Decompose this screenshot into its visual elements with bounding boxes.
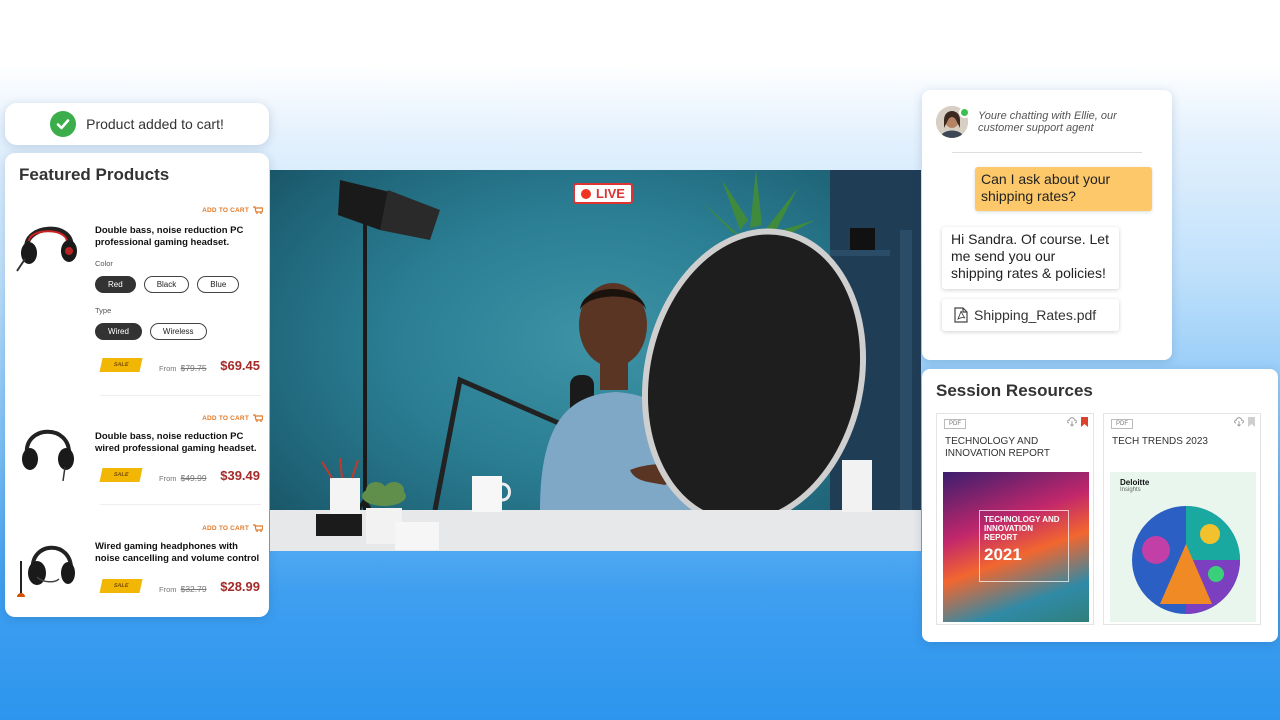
live-video-stream[interactable] — [270, 170, 921, 551]
cover-subbrand: Insights — [1120, 487, 1141, 493]
product-price: $28.99 — [220, 579, 260, 594]
resource-title: TECH TRENDS 2023 — [1112, 436, 1208, 447]
resource-card[interactable]: PDF TECH TRENDS 2023 Deloitte Insights — [1103, 413, 1261, 625]
color-options: Red Black Blue — [95, 276, 240, 293]
color-chip-black[interactable]: Black — [143, 276, 190, 293]
live-label: LIVE — [596, 186, 625, 201]
from-label: From — [159, 364, 177, 373]
support-chat-panel: Youre chatting with Ellie, our customer … — [922, 90, 1172, 360]
add-to-cart-link[interactable]: ADD TO CART — [202, 524, 263, 532]
pdf-file-icon — [954, 307, 968, 323]
bookmark-icon[interactable] — [1248, 417, 1255, 427]
product-title: Wired gaming headphones with noise cance… — [95, 541, 260, 564]
download-icon[interactable] — [1234, 417, 1244, 427]
chat-divider — [952, 152, 1142, 153]
resource-card[interactable]: PDF TECHNOLOGY AND INNOVATION REPORT TEC… — [936, 413, 1094, 625]
report-cover-image: TECHNOLOGY AND INNOVATION REPORT 2021 — [943, 472, 1089, 622]
wired-headset-image — [22, 429, 74, 481]
user-message-bubble: Can I ask about your shipping rates? — [975, 167, 1152, 211]
live-badge: LIVE — [573, 183, 633, 204]
studio-scene-image — [270, 170, 921, 551]
from-label: From — [159, 474, 177, 483]
tech-trends-cover-image: Deloitte Insights — [1110, 472, 1256, 622]
agent-message-bubble: Hi Sandra. Of course. Let me send you ou… — [942, 227, 1119, 289]
cover-year: 2021 — [984, 545, 1022, 564]
cart-icon — [253, 206, 263, 214]
from-label: From — [159, 585, 177, 594]
add-to-cart-label: ADD TO CART — [202, 414, 249, 422]
type-chip-wired[interactable]: Wired — [95, 323, 142, 340]
gaming-headset-image — [16, 226, 77, 272]
headphones-with-mic-image — [17, 545, 75, 597]
old-price: $32.79 — [180, 584, 207, 594]
price-from: From $79.75 — [159, 363, 207, 373]
add-to-cart-label: ADD TO CART — [202, 206, 249, 214]
featured-products-panel: Featured Products ADD TO CART Double bas… — [5, 153, 269, 617]
added-to-cart-toast: Product added to cart! — [5, 103, 269, 145]
bookmark-icon[interactable] — [1081, 417, 1088, 427]
attachment-filename: Shipping_Rates.pdf — [974, 307, 1097, 323]
record-dot-icon — [581, 188, 592, 199]
sale-badge: SALE — [99, 468, 143, 482]
color-chip-red[interactable]: Red — [95, 276, 136, 293]
cart-icon — [253, 524, 263, 532]
divider — [100, 504, 261, 505]
chat-header-text: Youre chatting with Ellie, our customer … — [978, 110, 1117, 134]
download-icon[interactable] — [1067, 417, 1077, 427]
pdf-badge: PDF — [944, 419, 966, 429]
color-label: Color — [95, 259, 113, 268]
old-price: $79.75 — [180, 363, 207, 373]
online-status-indicator — [959, 107, 970, 118]
price-from: From $32.79 — [159, 584, 207, 594]
pdf-badge: PDF — [1111, 419, 1133, 429]
featured-products-title: Featured Products — [19, 165, 170, 184]
session-resources-title: Session Resources — [936, 381, 1093, 400]
cart-icon — [253, 414, 263, 422]
old-price: $49.99 — [180, 473, 207, 483]
add-to-cart-link[interactable]: ADD TO CART — [202, 206, 263, 214]
cover-illustration — [1132, 506, 1240, 614]
session-resources-panel: Session Resources PDF TECHNOLOGY AND INN… — [922, 369, 1278, 642]
add-to-cart-label: ADD TO CART — [202, 524, 249, 532]
product-price: $69.45 — [220, 358, 260, 373]
sale-badge: SALE — [99, 358, 143, 372]
type-options: Wired Wireless — [95, 323, 207, 340]
color-chip-blue[interactable]: Blue — [197, 276, 240, 293]
resource-title: TECHNOLOGY AND INNOVATION REPORT — [945, 436, 1051, 459]
cover-brand: Deloitte — [1120, 478, 1150, 487]
divider — [100, 395, 261, 396]
product-price: $39.49 — [220, 468, 260, 483]
check-circle-icon — [50, 111, 77, 137]
sale-badge: SALE — [99, 579, 143, 593]
type-chip-wireless[interactable]: Wireless — [149, 323, 207, 340]
cover-title: TECHNOLOGY AND INNOVATION REPORT — [984, 515, 1060, 542]
product-title: Double bass, noise reduction PC wired pr… — [95, 431, 257, 454]
price-from: From $49.99 — [159, 473, 207, 483]
attachment-file[interactable]: Shipping_Rates.pdf — [942, 299, 1119, 331]
product-title: Double bass, noise reduction PC professi… — [95, 225, 244, 248]
type-label: Type — [95, 306, 112, 315]
add-to-cart-link[interactable]: ADD TO CART — [202, 414, 263, 422]
toast-message: Product added to cart! — [86, 116, 224, 132]
